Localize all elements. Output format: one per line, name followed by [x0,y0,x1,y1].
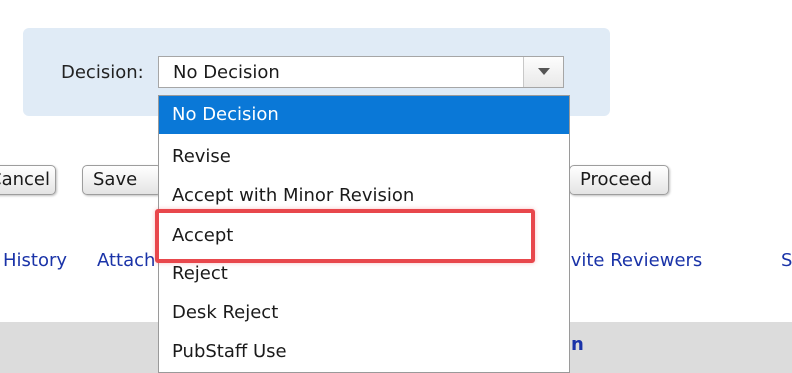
option-desk-reject[interactable]: Desk Reject [159,294,569,332]
option-reject[interactable]: Reject [159,255,569,293]
tab-invite-reviewers[interactable]: Invite Reviewers [554,250,702,271]
option-accept-with-minor-revision[interactable]: Accept with Minor Revision [159,177,569,215]
option-no-decision[interactable]: No Decision [159,96,569,134]
decision-select-value: No Decision [173,62,280,83]
proceed-button[interactable]: Proceed [569,165,669,195]
option-revise[interactable]: Revise [159,138,569,176]
save-button[interactable]: Save [82,165,162,195]
tab-history[interactable]: History [3,250,67,271]
tab-attach[interactable]: Attach [97,250,155,271]
decision-select[interactable]: No Decision [158,56,564,88]
triangle-down-icon [538,68,550,75]
decision-label: Decision: [61,62,144,83]
option-pubstaff-use[interactable]: PubStaff Use [159,333,569,371]
decision-dropdown-list: No Decision Revise Accept with Minor Rev… [158,95,570,373]
bottom-bar-text: n [571,334,584,355]
option-accept[interactable]: Accept [159,217,569,255]
tab-extra[interactable]: S [781,250,792,271]
select-arrow-button[interactable] [523,57,563,87]
cancel-button[interactable]: Cancel [0,165,56,195]
